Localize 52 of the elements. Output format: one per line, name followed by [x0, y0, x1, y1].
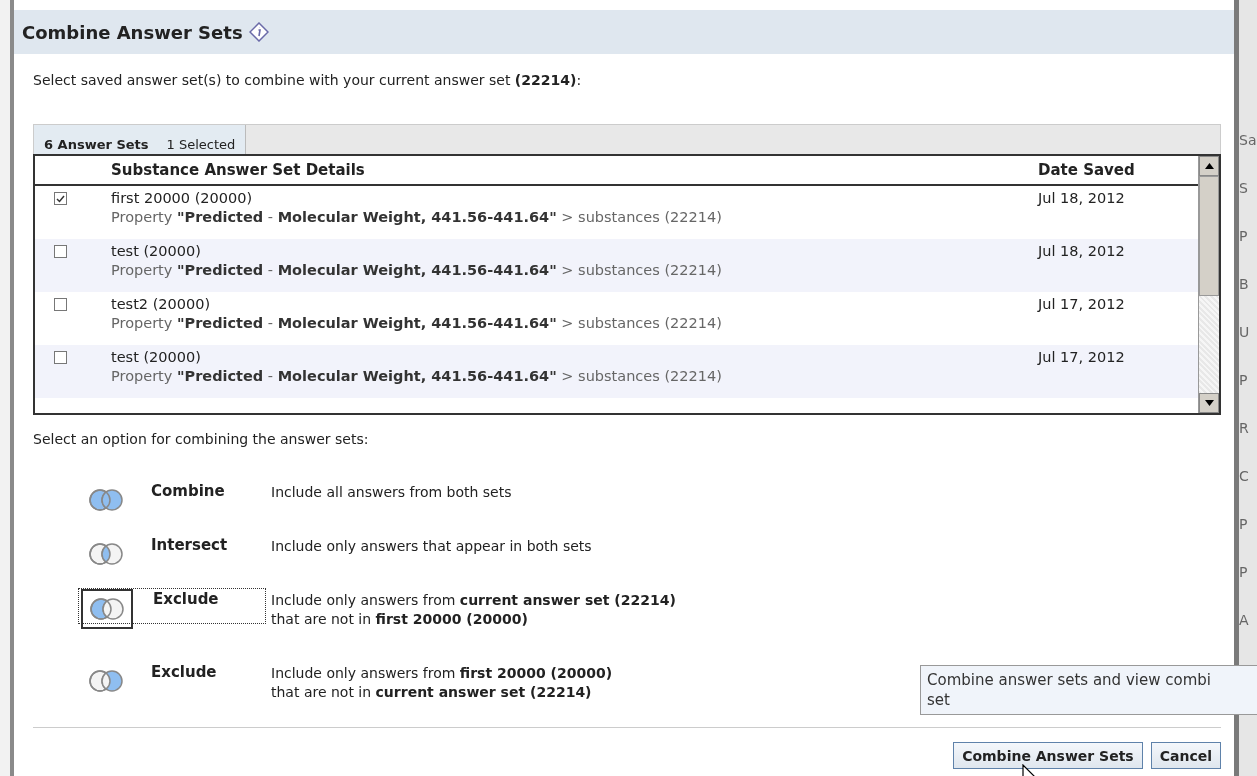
column-header: Substance Answer Set Details — [111, 161, 366, 179]
options-prompt: Select an option for combining the answer sets: — [33, 431, 370, 447]
option-label: Intersect — [151, 536, 228, 554]
answer-set-name: test (20000) — [111, 349, 202, 365]
option-description: that are not in current answer set (22214) — [271, 684, 592, 700]
option-description: Include only answers that appear in both sets — [271, 538, 592, 554]
answer-set-name: test2 (20000) — [111, 296, 212, 312]
date-saved: Jul 17, 2012 — [1038, 349, 1126, 367]
option-label: Exclude — [153, 590, 219, 608]
dialog-button[interactable]: Combine Answer Sets — [953, 742, 1143, 769]
tooltip-text: Combine answer sets and view combi — [927, 671, 1211, 689]
answer-set-detail: Property "Predicted - Molecular Weight, 441.56-441.64" > substances (22214) — [111, 368, 723, 384]
background-label: R — [1239, 420, 1250, 436]
checkbox[interactable] — [54, 192, 67, 205]
background-label: P — [1239, 516, 1249, 532]
background-label: P — [1239, 228, 1249, 244]
info-icon[interactable] — [248, 22, 269, 42]
option-description: that are not in first 20000 (20000) — [271, 611, 528, 627]
option-radio[interactable] — [81, 589, 133, 629]
answer-set-name: first 20000 (20000) — [111, 190, 254, 206]
answer-set-name: test (20000) — [111, 243, 202, 259]
option-label: Combine — [151, 482, 225, 500]
option-description: Include only answers from current answer set (22214) — [271, 592, 676, 608]
background-label: Sa — [1239, 132, 1257, 148]
dialog-button[interactable]: Cancel — [1150, 742, 1221, 769]
date-saved: Jul 17, 2012 — [1038, 296, 1126, 314]
option-description: Include only answers from first 20000 (20000) — [271, 665, 613, 681]
background-label: P — [1239, 372, 1249, 388]
answer-sets-tab[interactable]: 6 Answer Sets 1 Selected — [34, 125, 247, 154]
option-label: Exclude — [151, 663, 217, 681]
background-label: A — [1239, 612, 1250, 628]
date-saved: Jul 18, 2012 — [1038, 190, 1126, 208]
checkbox[interactable] — [54, 351, 67, 364]
answer-set-detail: Property "Predicted - Molecular Weight, 441.56-441.64" > substances (22214) — [111, 315, 723, 331]
background-label: B — [1239, 276, 1250, 292]
checkbox[interactable] — [54, 245, 67, 258]
arrow-down-icon — [1204, 400, 1214, 406]
checkbox[interactable] — [54, 298, 67, 311]
background-label: P — [1239, 564, 1249, 580]
date-saved: Jul 18, 2012 — [1038, 243, 1126, 261]
dialog-title: Combine Answer Sets — [22, 21, 243, 43]
answer-set-detail: Property "Predicted - Molecular Weight, 441.56-441.64" > substances (22214) — [111, 262, 723, 278]
answer-set-detail: Property "Predicted - Molecular Weight, 441.56-441.64" > substances (22214) — [111, 209, 723, 225]
background-label: U — [1239, 324, 1251, 340]
tooltip-text: set — [927, 691, 950, 709]
option-description: Include all answers from both sets — [271, 484, 512, 500]
background-label: C — [1239, 468, 1250, 484]
instruction-text: Select saved answer set(s) to combine with your current answer set (22214): — [33, 72, 583, 88]
arrow-up-icon — [1204, 163, 1214, 169]
scrollbar[interactable] — [1198, 156, 1219, 413]
background-label: S — [1239, 180, 1249, 196]
column-header: Date Saved — [1038, 161, 1136, 179]
